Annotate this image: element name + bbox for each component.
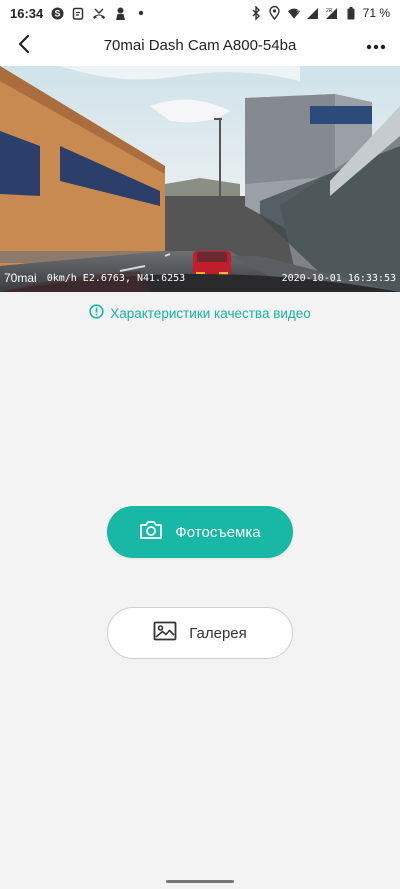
- home-indicator[interactable]: [166, 880, 234, 883]
- video-quality-link[interactable]: Характеристики качества видео: [0, 302, 400, 324]
- person-icon: [113, 6, 127, 20]
- battery-icon: [344, 6, 358, 20]
- app-bar: 70mai Dash Cam A800-54ba: [0, 26, 400, 66]
- signal-icon: [306, 6, 320, 20]
- info-icon: [89, 304, 104, 322]
- status-left: 16:34 S: [10, 6, 148, 21]
- gps-readout: E2.6763, N41.6253: [82, 272, 186, 284]
- dot-icon: [134, 6, 148, 20]
- status-right: ? 2R 71 %: [249, 6, 390, 20]
- more-options-button[interactable]: [364, 34, 388, 58]
- bluetooth-icon: [249, 6, 263, 20]
- svg-text:2R: 2R: [326, 8, 333, 14]
- take-photo-label: Фотосъемка: [175, 523, 261, 541]
- svg-text:S: S: [54, 8, 60, 18]
- back-button[interactable]: [12, 34, 36, 58]
- clipboard-icon: [71, 6, 85, 20]
- more-dots-icon: [366, 37, 386, 55]
- gallery-label: Галерея: [189, 624, 247, 642]
- back-arrow-icon: [17, 34, 31, 59]
- status-bar: 16:34 S ? 2R 71 %: [0, 0, 400, 26]
- signal-2r-icon: 2R: [325, 6, 339, 20]
- status-time: 16:34: [10, 5, 44, 21]
- video-frame: [0, 66, 400, 292]
- missed-call-icon: [92, 6, 106, 20]
- gallery-button[interactable]: Галерея: [107, 607, 293, 659]
- battery-percent: 71 %: [362, 6, 390, 20]
- watermark-brand: 70mai: [4, 271, 37, 285]
- location-icon: [268, 6, 282, 20]
- svg-text:?: ?: [296, 9, 299, 14]
- camera-icon: [139, 520, 163, 544]
- take-photo-button[interactable]: Фотосъемка: [107, 506, 293, 558]
- speed-readout: 0km/h: [46, 272, 77, 284]
- page-title: 70mai Dash Cam A800-54ba: [103, 37, 297, 54]
- datetime-readout: 2020-10-01 16:33:53: [281, 272, 396, 284]
- image-icon: [153, 621, 177, 645]
- wifi-icon: ?: [287, 6, 301, 20]
- video-quality-label: Характеристики качества видео: [110, 305, 311, 321]
- video-overlay: 70mai 0km/h E2.6763, N41.6253 2020-10-01…: [0, 270, 400, 286]
- video-preview[interactable]: 70mai 0km/h E2.6763, N41.6253 2020-10-01…: [0, 66, 400, 292]
- skype-icon: S: [50, 6, 64, 20]
